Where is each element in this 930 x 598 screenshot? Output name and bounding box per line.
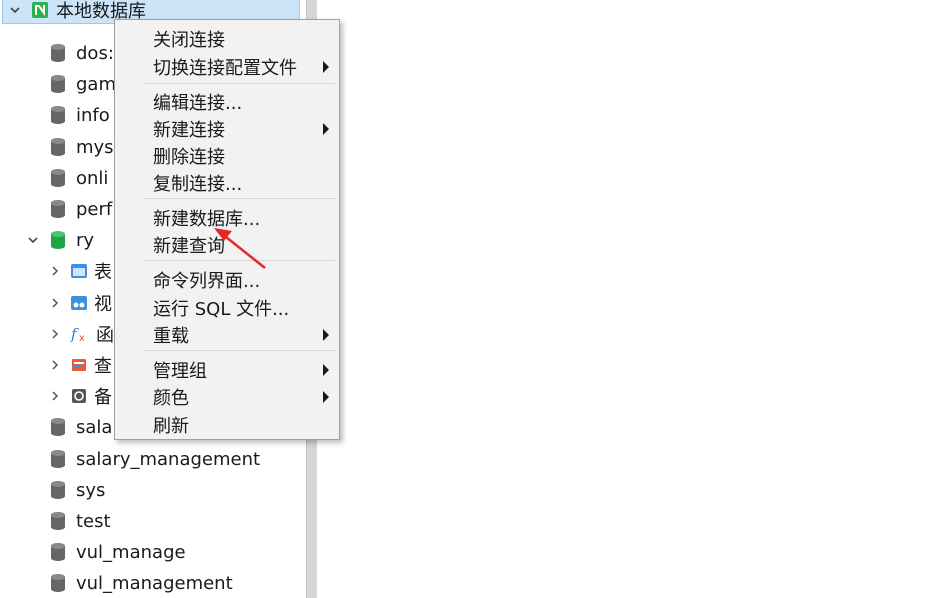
menu-item-label: 管理组 [153, 361, 207, 382]
menu-item-run-sql-file[interactable]: 运行 SQL 文件... [115, 295, 339, 321]
database-icon [50, 74, 66, 94]
menu-item-new-database[interactable]: 新建数据库... [115, 205, 339, 231]
object-group-label: 视 [94, 294, 112, 315]
submenu-arrow-icon [323, 391, 329, 403]
database-icon [50, 542, 66, 562]
menu-item-label: 关闭连接 [153, 30, 225, 51]
database-active-icon [50, 230, 66, 250]
backup-icon [70, 387, 88, 405]
database-icon [50, 417, 66, 437]
menu-separator [143, 260, 335, 261]
database-label: test [76, 510, 111, 532]
database-label: dos: [76, 42, 114, 64]
database-label: gam [76, 73, 116, 95]
chevron-down-icon[interactable] [8, 3, 22, 17]
chevron-right-icon[interactable] [48, 296, 62, 310]
database-label: mys [76, 136, 114, 158]
database-icon [50, 199, 66, 219]
menu-item-edit-connection[interactable]: 编辑连接... [115, 89, 339, 115]
menu-item-label: 颜色 [153, 388, 189, 409]
menu-item-label: 命令列界面... [153, 271, 261, 292]
menu-item-label: 运行 SQL 文件... [153, 299, 290, 320]
database-icon [50, 137, 66, 157]
database-label: vul_manage [76, 541, 186, 563]
menu-item-duplicate-connection[interactable]: 复制连接... [115, 170, 339, 196]
navicat-connection-icon [31, 1, 49, 19]
submenu-arrow-icon [323, 364, 329, 376]
menu-item-label: 新建数据库... [153, 209, 261, 230]
menu-item-new-connection[interactable]: 新建连接 [115, 116, 339, 142]
menu-item-label: 切换连接配置文件 [153, 58, 297, 79]
tree-item-database[interactable]: vul_management [0, 570, 300, 596]
context-menu: 关闭连接切换连接配置文件 编辑连接... 新建连接删除连接复制连接... 新建数据库.… [114, 19, 340, 440]
object-group-label: 表 [94, 262, 112, 283]
tree-item-database[interactable]: vul_manage [0, 539, 300, 565]
database-icon [50, 105, 66, 125]
database-label: sys [76, 479, 106, 501]
database-label: vul_management [76, 572, 233, 594]
function-icon: fx [70, 325, 90, 343]
database-label: salary_management [76, 448, 261, 470]
menu-item-manage-group[interactable]: 管理组 [115, 357, 339, 383]
menu-item-label: 复制连接... [153, 174, 243, 195]
menu-item-label: 刷新 [153, 416, 189, 437]
menu-separator [143, 350, 335, 351]
chevron-right-icon[interactable] [48, 358, 62, 372]
menu-item-label: 重载 [153, 326, 189, 347]
menu-item-switch-profile[interactable]: 切换连接配置文件 [115, 54, 339, 80]
menu-item-close-connection[interactable]: 关闭连接 [115, 26, 339, 52]
database-label: onli [76, 167, 109, 189]
database-label: perf [76, 198, 113, 220]
database-icon [50, 449, 66, 469]
menu-item-label: 删除连接 [153, 147, 225, 168]
chevron-right-icon[interactable] [48, 389, 62, 403]
database-icon [50, 511, 66, 531]
menu-item-label: 编辑连接... [153, 93, 243, 114]
database-label: ry [76, 229, 95, 251]
submenu-arrow-icon [323, 61, 329, 73]
svg-text:x: x [79, 333, 85, 343]
database-icon [50, 480, 66, 500]
database-icon [50, 573, 66, 593]
menu-item-delete-connection[interactable]: 删除连接 [115, 143, 339, 169]
tree-item-database[interactable]: sys [0, 477, 300, 503]
submenu-arrow-icon [323, 329, 329, 341]
database-label: info [76, 104, 110, 126]
database-icon [50, 43, 66, 63]
submenu-arrow-icon [323, 123, 329, 135]
chevron-down-icon[interactable] [26, 233, 40, 247]
content-pane [317, 0, 930, 598]
menu-item-new-query[interactable]: 新建查询 [115, 232, 339, 258]
database-icon [50, 168, 66, 188]
menu-separator [143, 83, 335, 84]
menu-item-color[interactable]: 颜色 [115, 384, 339, 410]
menu-item-label: 新建查询 [153, 236, 225, 257]
chevron-right-icon[interactable] [48, 327, 62, 341]
menu-separator [143, 198, 335, 199]
chevron-right-icon[interactable] [48, 264, 62, 278]
object-group-label: 函 [96, 325, 114, 346]
object-group-label: 查 [94, 356, 112, 377]
query-icon [70, 356, 88, 374]
table-icon [70, 262, 88, 280]
menu-item-reload[interactable]: 重载 [115, 322, 339, 348]
svg-text:f: f [70, 325, 79, 343]
object-group-label: 备 [94, 387, 112, 408]
menu-item-label: 新建连接 [153, 120, 225, 141]
menu-item-refresh[interactable]: 刷新 [115, 412, 339, 438]
tree-item-database[interactable]: salary_management [0, 446, 300, 472]
tree-item-database[interactable]: test [0, 508, 300, 534]
menu-item-console[interactable]: 命令列界面... [115, 267, 339, 293]
view-icon [70, 294, 88, 312]
